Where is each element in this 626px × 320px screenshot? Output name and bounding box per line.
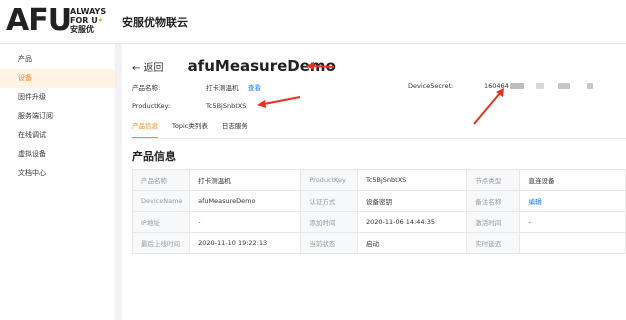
logo-line2: FOR U•: [70, 16, 103, 25]
table-key: 产品名称: [131, 169, 191, 191]
redacted-secret: [510, 83, 524, 89]
tab-topic-list[interactable]: Topic类列表: [172, 120, 208, 138]
product-key-value: Tc5BjSnbtXS: [206, 102, 247, 110]
table-value: 2020-11-10 19:22:13: [189, 232, 302, 254]
table-value: 直连设备: [519, 169, 626, 191]
product-name-label: 产品名称:: [132, 84, 161, 92]
table-row: 最后上线时间 2020-11-10 19:22:13 当前状态 启动 实时延迟: [131, 232, 626, 254]
edit-remark-link[interactable]: 编辑: [519, 190, 626, 212]
sidebar-item-server-subscription[interactable]: 服务端订阅: [0, 107, 115, 126]
table-value: -: [189, 211, 302, 233]
table-key: 最后上线时间: [131, 232, 191, 254]
device-secret-label: DeviceSecret:: [408, 82, 454, 90]
table-key: 添加时间: [300, 211, 358, 233]
tab-bar: 产品信息 Topic类列表 日志服务: [132, 120, 262, 138]
device-secret-value: 160464: [484, 82, 509, 90]
table-value: Tc5BjSnbtXS: [356, 169, 468, 191]
table-key: 节点类型: [466, 169, 521, 191]
table-value: [519, 232, 626, 254]
redacted-secret: [587, 83, 593, 89]
summary-row-1: 产品名称: 打卡测温机 查看 DeviceSecret: 160464: [132, 82, 626, 94]
afu-logo[interactable]: AFU ALWAYS FOR U• 安服优: [6, 5, 106, 37]
table-value: afuMeasureDemo: [189, 190, 302, 212]
sidebar-item-virtual-device[interactable]: 虚拟设备: [0, 145, 115, 164]
summary-row-2: ProductKey: Tc5BjSnbtXS: [132, 102, 432, 114]
table-row: 产品名称 打卡测温机 ProductKey Tc5BjSnbtXS 节点类型 直…: [131, 169, 626, 191]
tab-log-service[interactable]: 日志服务: [222, 120, 248, 138]
sidebar: 产品 设备 固件升级 服务端订阅 在线调试 虚拟设备 文档中心: [0, 44, 116, 320]
logo-tagline: ALWAYS FOR U• 安服优: [70, 7, 106, 34]
table-value: 打卡测温机: [189, 169, 302, 191]
tab-product-info[interactable]: 产品信息: [132, 120, 158, 138]
device-title: afuMeasureDemo: [187, 57, 336, 75]
logo-wordmark: AFU: [6, 3, 72, 38]
sidebar-item-firmware-upgrade[interactable]: 固件升级: [0, 88, 115, 107]
table-key: DeviceName: [131, 190, 191, 212]
table-key: 当前状态: [300, 232, 358, 254]
redacted-secret: [558, 83, 570, 89]
product-info-table: 产品名称 打卡测温机 ProductKey Tc5BjSnbtXS 节点类型 直…: [131, 169, 626, 254]
section-title: 产品信息: [132, 150, 176, 163]
table-key: ProductKey: [300, 169, 358, 191]
table-key: 实时延迟: [466, 232, 521, 254]
sidebar-item-devices[interactable]: 设备: [0, 69, 115, 88]
table-key: IP地址: [131, 211, 191, 233]
title-row: ← 返回 afuMeasureDemo: [132, 56, 336, 76]
table-value: -: [519, 211, 626, 233]
sidebar-item-docs[interactable]: 文档中心: [0, 164, 115, 183]
redacted-secret: [536, 83, 544, 89]
table-row: DeviceName afuMeasureDemo 认证方式 设备密钥 备注名称…: [131, 190, 626, 212]
product-name-value: 打卡测温机: [206, 84, 239, 92]
top-bar: AFU ALWAYS FOR U• 安服优 安服优物联云: [0, 0, 626, 44]
tab-divider: [132, 138, 626, 139]
table-key: 激活时间: [466, 211, 521, 233]
product-key-label: ProductKey:: [132, 102, 171, 110]
table-key: 认证方式: [300, 190, 358, 212]
sidebar-item-online-debug[interactable]: 在线调试: [0, 126, 115, 145]
sidebar-item-products[interactable]: 产品: [0, 50, 115, 69]
table-row: IP地址 - 添加时间 2020-11-06 14:44:35 激活时间 -: [131, 211, 626, 233]
view-product-link[interactable]: 查看: [248, 82, 261, 92]
table-value: 2020-11-06 14:44:35: [356, 211, 468, 233]
table-value: 设备密钥: [356, 190, 468, 212]
logo-line3: 安服优: [70, 25, 94, 34]
table-key: 备注名称: [466, 190, 521, 212]
app-title: 安服优物联云: [122, 16, 188, 29]
table-value: 启动: [356, 232, 468, 254]
back-button[interactable]: ← 返回: [132, 59, 164, 74]
main-content: ← 返回 afuMeasureDemo 产品名称: 打卡测温机 查看 Devic…: [122, 44, 626, 320]
logo-line1: ALWAYS: [70, 7, 107, 16]
